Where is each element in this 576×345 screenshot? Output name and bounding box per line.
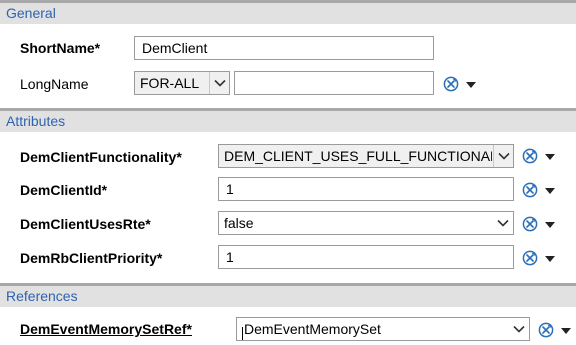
- dem-client-uses-rte-select[interactable]: false: [218, 211, 514, 235]
- reset-icon[interactable]: [522, 250, 538, 266]
- menu-dropdown-icon[interactable]: [561, 327, 571, 335]
- dem-client-id-input[interactable]: 1: [218, 177, 514, 201]
- dem-event-memory-set-ref-label[interactable]: DemEventMemorySetRef*: [20, 321, 192, 337]
- dem-client-functionality-label: DemClientFunctionality*: [20, 149, 182, 165]
- text-cursor: [242, 327, 243, 340]
- reset-icon[interactable]: [522, 216, 538, 232]
- chevron-down-icon: [209, 72, 229, 94]
- dem-event-memory-set-ref-value: DemEventMemorySet: [244, 321, 381, 337]
- dem-rb-client-priority-input[interactable]: 1: [218, 245, 514, 269]
- chevron-down-icon: [493, 212, 513, 234]
- reset-icon[interactable]: [522, 148, 538, 164]
- longname-input[interactable]: [234, 71, 434, 95]
- longname-label: LongName: [20, 76, 89, 92]
- longname-language-value: FOR-ALL: [140, 75, 200, 91]
- menu-dropdown-icon[interactable]: [466, 81, 476, 89]
- chevron-down-icon: [493, 145, 513, 167]
- section-header-attributes[interactable]: Attributes: [0, 108, 576, 132]
- section-title-general: General: [6, 5, 56, 21]
- reset-icon[interactable]: [522, 182, 538, 198]
- shortname-input[interactable]: DemClient: [134, 36, 434, 60]
- longname-language-select[interactable]: FOR-ALL: [134, 71, 230, 95]
- dem-rb-client-priority-label: DemRbClientPriority*: [20, 250, 163, 266]
- dem-client-functionality-select[interactable]: DEM_CLIENT_USES_FULL_FUNCTIONALIT: [218, 144, 514, 168]
- menu-dropdown-icon[interactable]: [545, 153, 555, 161]
- dem-client-id-label: DemClientId*: [20, 182, 108, 198]
- dem-client-uses-rte-value: false: [224, 215, 254, 231]
- section-title-attributes: Attributes: [6, 113, 66, 129]
- chevron-down-icon: [509, 318, 529, 340]
- section-header-general[interactable]: General: [0, 0, 576, 24]
- reset-icon[interactable]: [443, 76, 459, 92]
- section-header-references[interactable]: References: [0, 283, 576, 307]
- section-title-references: References: [6, 288, 78, 304]
- dem-client-functionality-value: DEM_CLIENT_USES_FULL_FUNCTIONALIT: [224, 148, 492, 164]
- dem-client-uses-rte-label: DemClientUsesRte*: [20, 216, 151, 232]
- reset-icon[interactable]: [538, 322, 554, 338]
- menu-dropdown-icon[interactable]: [545, 255, 555, 263]
- menu-dropdown-icon[interactable]: [545, 221, 555, 229]
- shortname-label: ShortName*: [20, 40, 101, 56]
- dem-event-memory-set-ref-select[interactable]: DemEventMemorySet: [236, 317, 530, 341]
- menu-dropdown-icon[interactable]: [545, 187, 555, 195]
